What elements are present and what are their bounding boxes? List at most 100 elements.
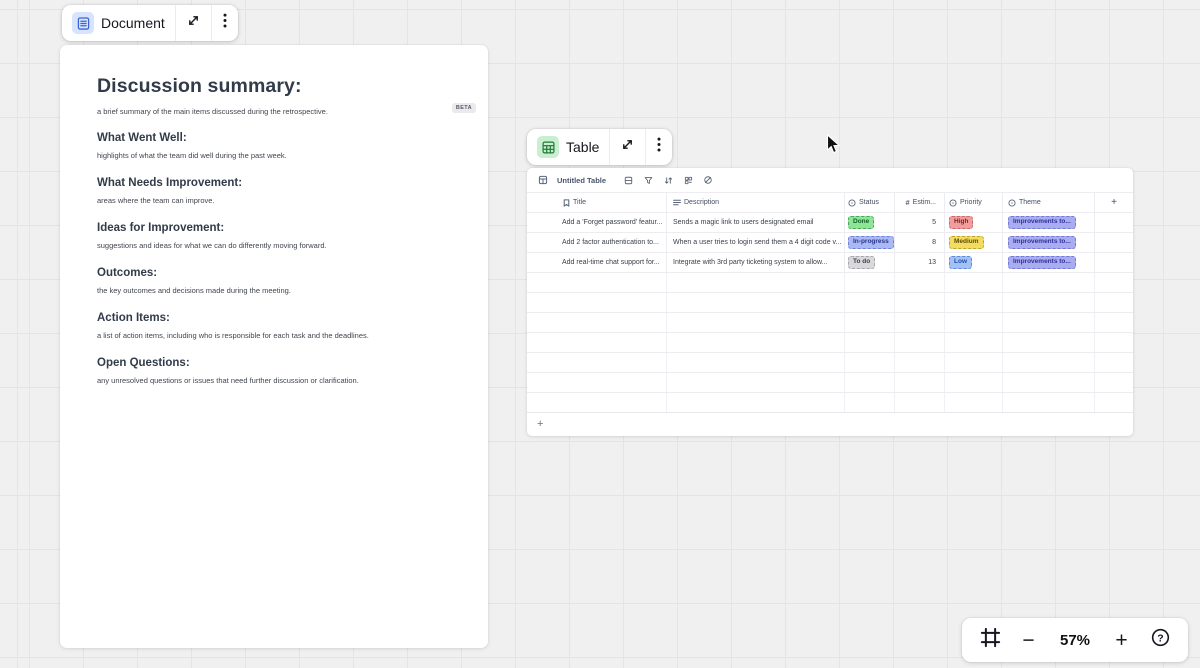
cell-status[interactable]: In-progress <box>845 233 895 252</box>
cell-status[interactable]: To do <box>845 253 895 272</box>
cell-empty[interactable] <box>945 333 1003 352</box>
cell-empty[interactable] <box>1003 273 1095 292</box>
cell-empty[interactable] <box>527 313 667 332</box>
cell-empty[interactable] <box>1095 393 1133 412</box>
filter-icon[interactable] <box>642 174 654 186</box>
cell-empty[interactable] <box>1003 293 1095 312</box>
cell-empty[interactable] <box>845 273 895 292</box>
table-widget[interactable]: Untitled Table <box>527 168 1133 436</box>
cell-empty[interactable] <box>527 273 667 292</box>
cell-estimate[interactable]: 13 <box>895 253 945 272</box>
cell-empty[interactable] <box>945 353 1003 372</box>
cell-empty[interactable] <box>1003 333 1095 352</box>
option-chip: Low <box>949 256 972 269</box>
cell-empty[interactable] <box>527 333 667 352</box>
cell-empty[interactable] <box>1095 313 1133 332</box>
column-header-title[interactable]: Title <box>527 193 667 212</box>
cell-empty[interactable] <box>667 333 845 352</box>
help-button[interactable]: ? <box>1146 626 1174 654</box>
cell-empty[interactable] <box>1095 253 1133 272</box>
column-header-priority[interactable]: Priority <box>945 193 1003 212</box>
add-column-button[interactable]: + <box>1095 193 1133 212</box>
cell-empty[interactable] <box>1003 353 1095 372</box>
cell-empty[interactable] <box>945 273 1003 292</box>
cell-empty[interactable] <box>667 293 845 312</box>
cell-empty[interactable] <box>895 393 945 412</box>
cell-priority[interactable]: High <box>945 213 1003 232</box>
cell-empty[interactable] <box>667 273 845 292</box>
cell-title[interactable]: Add real-time chat support for... <box>527 253 667 272</box>
cell-empty[interactable] <box>1095 213 1133 232</box>
cell-empty[interactable] <box>845 373 895 392</box>
cell-empty[interactable] <box>895 313 945 332</box>
cell-empty[interactable] <box>527 393 667 412</box>
fit-to-frame-button[interactable] <box>976 626 1004 654</box>
sort-icon[interactable] <box>662 174 674 186</box>
document-widget[interactable]: BETA Discussion summary: a brief summary… <box>60 45 488 648</box>
column-header-status[interactable]: Status <box>845 193 895 212</box>
cell-empty[interactable] <box>845 333 895 352</box>
cell-status[interactable]: Done <box>845 213 895 232</box>
table-menu-button[interactable] <box>645 129 672 165</box>
cell-empty[interactable] <box>895 353 945 372</box>
cell-empty[interactable] <box>667 353 845 372</box>
cell-empty[interactable] <box>845 353 895 372</box>
cell-theme[interactable]: Improvements to... <box>1003 233 1095 252</box>
cell-empty[interactable] <box>1095 333 1133 352</box>
cell-empty[interactable] <box>527 293 667 312</box>
cell-empty[interactable] <box>945 293 1003 312</box>
cell-title[interactable]: Add 2 factor authentication to... <box>527 233 667 252</box>
cell-empty[interactable] <box>527 373 667 392</box>
document-type-button[interactable]: Document <box>62 5 175 41</box>
cell-theme[interactable]: Improvements to... <box>1003 253 1095 272</box>
cell-empty[interactable] <box>845 313 895 332</box>
cell-empty[interactable] <box>667 313 845 332</box>
cell-estimate[interactable]: 8 <box>895 233 945 252</box>
cell-empty[interactable] <box>845 293 895 312</box>
cell-empty[interactable] <box>667 393 845 412</box>
cell-empty[interactable] <box>945 373 1003 392</box>
zoom-out-button[interactable]: − <box>1015 626 1043 654</box>
cell-empty[interactable] <box>895 273 945 292</box>
hide-fields-icon[interactable] <box>702 174 714 186</box>
cell-empty[interactable] <box>1095 373 1133 392</box>
zoom-in-button[interactable]: + <box>1108 626 1136 654</box>
table-expand-button[interactable] <box>609 129 645 165</box>
document-menu-button[interactable] <box>211 5 238 41</box>
column-header-theme[interactable]: Theme <box>1003 193 1095 212</box>
row-height-icon[interactable] <box>622 174 634 186</box>
column-header-description[interactable]: Description <box>667 193 845 212</box>
cell-theme[interactable]: Improvements to... <box>1003 213 1095 232</box>
cell-title[interactable]: Add a 'Forget password' featur... <box>527 213 667 232</box>
cell-empty[interactable] <box>1095 273 1133 292</box>
cell-empty[interactable] <box>895 333 945 352</box>
cell-priority[interactable]: Medium <box>945 233 1003 252</box>
cell-empty[interactable] <box>845 393 895 412</box>
cell-empty[interactable] <box>895 293 945 312</box>
table-name[interactable]: Untitled Table <box>557 176 606 185</box>
document-expand-button[interactable] <box>175 5 211 41</box>
cell-estimate[interactable]: 5 <box>895 213 945 232</box>
zoom-level[interactable]: 57% <box>1053 632 1097 649</box>
cell-empty[interactable] <box>945 313 1003 332</box>
cell-description[interactable]: Sends a magic link to users designated e… <box>667 213 845 232</box>
cell-empty[interactable] <box>527 353 667 372</box>
group-icon[interactable] <box>682 174 694 186</box>
cell-empty[interactable] <box>895 373 945 392</box>
cell-empty[interactable] <box>1095 353 1133 372</box>
cell-empty[interactable] <box>1003 373 1095 392</box>
table-row-empty <box>527 372 1133 392</box>
cell-description[interactable]: Integrate with 3rd party ticketing syste… <box>667 253 845 272</box>
cell-priority[interactable]: Low <box>945 253 1003 272</box>
table-type-button[interactable]: Table <box>527 129 609 165</box>
cell-empty[interactable] <box>1095 233 1133 252</box>
expand-icon <box>621 138 634 156</box>
add-row-button[interactable]: + <box>527 412 1133 434</box>
cell-empty[interactable] <box>1003 313 1095 332</box>
cell-description[interactable]: When a user tries to login send them a 4… <box>667 233 845 252</box>
cell-empty[interactable] <box>1095 293 1133 312</box>
cell-empty[interactable] <box>667 373 845 392</box>
cell-empty[interactable] <box>945 393 1003 412</box>
column-header-estim[interactable]: #Estim... <box>895 193 945 212</box>
cell-empty[interactable] <box>1003 393 1095 412</box>
